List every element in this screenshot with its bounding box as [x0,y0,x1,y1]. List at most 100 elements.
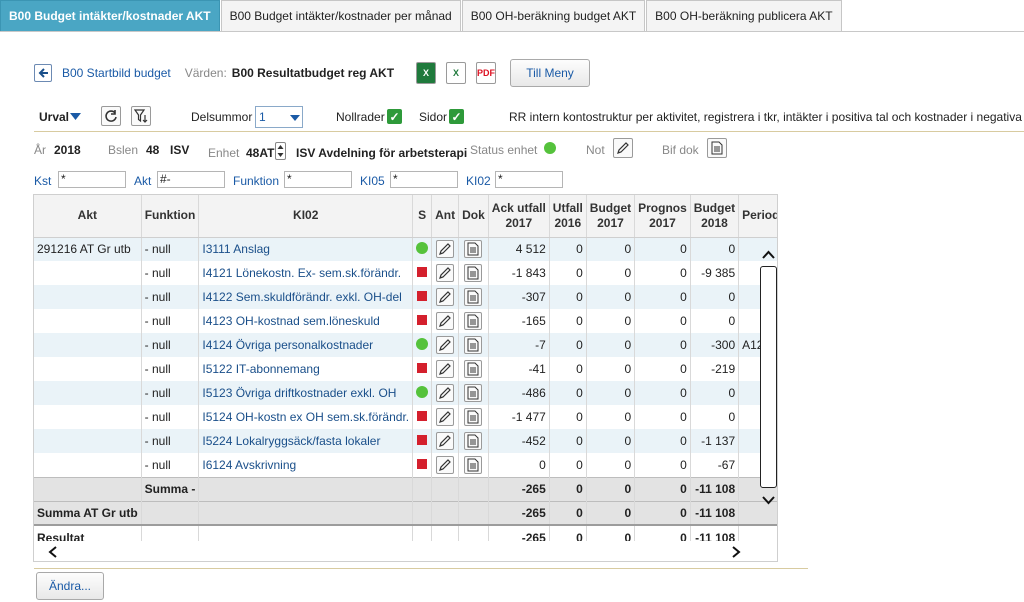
header-col-budget-2018[interactable]: Budget 2018 [690,195,740,238]
cell-ki02[interactable]: I6124 Avskrivning [198,453,414,477]
pencil-icon[interactable] [436,288,455,306]
document-icon[interactable] [464,288,483,306]
cell-budget-2017[interactable]: 0 [586,453,636,477]
cell-ack-utfall[interactable]: -7 [488,333,550,357]
cell-utfall[interactable]: 0 [549,357,587,381]
chevron-up-icon[interactable] [762,250,775,259]
cell-ack-utfall[interactable]: -486 [488,381,550,405]
cell-prognos[interactable]: 0 [634,405,691,429]
urval-label[interactable]: Urval [39,110,69,124]
cell-budget-2017[interactable]: 0 [586,237,636,261]
cell-ki02[interactable]: I5123 Övriga driftkostnader exkl. OH [198,381,414,405]
cell-prognos[interactable]: 0 [634,429,691,453]
cell-budget-2017[interactable]: 0 [586,333,636,357]
back-button[interactable] [34,64,52,82]
cell-prognos[interactable]: 0 [634,261,691,285]
header-col-ki02[interactable]: KI02 [198,195,414,238]
cell-budget-2017[interactable]: 0 [586,357,636,381]
refresh-icon[interactable] [101,106,121,126]
nollrader-checkbox[interactable]: ✓ [387,109,402,124]
andra-button[interactable]: Ändra... [36,572,104,600]
header-col-ack-utfall[interactable]: Ack utfall 2017 [488,195,550,238]
header-col-funktion[interactable]: Funktion [141,195,200,238]
cell-ack-utfall[interactable]: -41 [488,357,550,381]
cell-ack-utfall[interactable]: -307 [488,285,550,309]
cell-budget-2018[interactable]: 0 [690,405,740,429]
cell-ack-utfall[interactable]: 4 512 [488,237,550,261]
tab-budget-akt[interactable]: B00 Budget intäkter/kostnader AKT [0,0,220,31]
header-col-budget-2017[interactable]: Budget 2017 [586,195,636,238]
cell-ki02[interactable]: I5224 Lokalryggsäck/fasta lokaler [198,429,414,453]
cell-prognos[interactable]: 0 [634,381,691,405]
cell-budget-2018[interactable]: -300 [690,333,740,357]
document-icon[interactable] [464,240,483,259]
header-col-period[interactable]: Period [738,195,777,238]
cell-prognos[interactable]: 0 [634,309,691,333]
document-icon[interactable] [464,264,483,282]
filter-kst-input[interactable]: * [58,171,126,188]
cell-prognos[interactable]: 0 [634,357,691,381]
chevron-right-icon[interactable] [732,546,741,558]
excel-export-icon[interactable]: X [416,62,437,84]
chevron-down-icon[interactable] [762,496,775,505]
pencil-icon[interactable] [436,312,455,330]
cell-ki02[interactable]: I4123 OH-kostnad sem.löneskuld [198,309,414,333]
cell-budget-2018[interactable]: 0 [690,237,740,261]
cell-ki02[interactable]: I3111 Anslag [198,237,414,261]
horizontal-scrollbar[interactable] [34,541,760,561]
cell-utfall[interactable]: 0 [549,453,587,477]
cell-budget-2018[interactable]: -67 [690,453,740,477]
filter-funktion-input[interactable]: * [284,171,352,188]
cell-ki02[interactable]: I5124 OH-kostn ex OH sem.sk.förändr. [198,405,414,429]
vertical-scrollbar[interactable] [760,240,777,520]
document-icon[interactable] [464,312,483,330]
header-col-ant[interactable]: Ant [431,195,460,238]
cell-budget-2017[interactable]: 0 [586,285,636,309]
cell-prognos[interactable]: 0 [634,237,691,261]
pencil-icon[interactable] [436,408,455,426]
filter-ki02-input[interactable]: * [495,171,563,188]
cell-prognos[interactable]: 0 [634,333,691,357]
cell-ki02[interactable]: I4122 Sem.skuldförändr. exkl. OH-del [198,285,414,309]
cell-budget-2018[interactable]: 0 [690,285,740,309]
document-icon[interactable] [707,138,727,158]
header-col-utfall[interactable]: Utfall 2016 [549,195,587,238]
pencil-icon[interactable] [436,264,455,282]
filter-akt-input[interactable]: #- [157,171,225,188]
cell-ki02[interactable]: I4121 Lönekostn. Ex- sem.sk.förändr. [198,261,414,285]
document-icon[interactable] [464,360,483,378]
document-icon[interactable] [464,336,483,354]
cell-utfall[interactable]: 0 [549,429,587,453]
cell-budget-2018[interactable]: -9 385 [690,261,740,285]
cell-ack-utfall[interactable]: -1 843 [488,261,550,285]
till-meny-button[interactable]: Till Meny [510,59,591,87]
cell-utfall[interactable]: 0 [549,405,587,429]
pencil-icon[interactable] [436,360,455,378]
header-col-prognos[interactable]: Prognos 2017 [634,195,691,238]
cell-budget-2018[interactable]: 0 [690,381,740,405]
cell-ack-utfall[interactable]: -452 [488,429,550,453]
delsummor-select[interactable]: 1 [255,106,303,128]
pencil-icon[interactable] [613,138,633,158]
sidor-checkbox[interactable]: ✓ [449,109,464,124]
cell-utfall[interactable]: 0 [549,285,587,309]
document-icon[interactable] [464,455,483,474]
cell-ki02[interactable]: I5122 IT-abonnemang [198,357,414,381]
cell-budget-2017[interactable]: 0 [586,429,636,453]
document-icon[interactable] [464,432,483,450]
header-col-akt[interactable]: Akt [34,195,142,238]
header-col-status[interactable]: S [412,195,433,238]
cell-ki02[interactable]: I4124 Övriga personalkostnader [198,333,414,357]
pencil-icon[interactable] [436,336,455,354]
filter-ki05-input[interactable]: * [390,171,458,188]
tab-budget-per-manad[interactable]: B00 Budget intäkter/kostnader per månad [220,0,461,31]
pencil-icon[interactable] [436,384,455,402]
cell-budget-2018[interactable]: -1 137 [690,429,740,453]
filter-icon[interactable] [131,106,151,126]
vertical-scroll-thumb[interactable] [760,266,777,488]
document-icon[interactable] [464,408,483,426]
chevron-left-icon[interactable] [48,546,57,558]
tab-oh-berakning-budget[interactable]: B00 OH-beräkning budget AKT [461,0,646,31]
cell-budget-2018[interactable]: -219 [690,357,740,381]
pencil-icon[interactable] [436,432,455,450]
